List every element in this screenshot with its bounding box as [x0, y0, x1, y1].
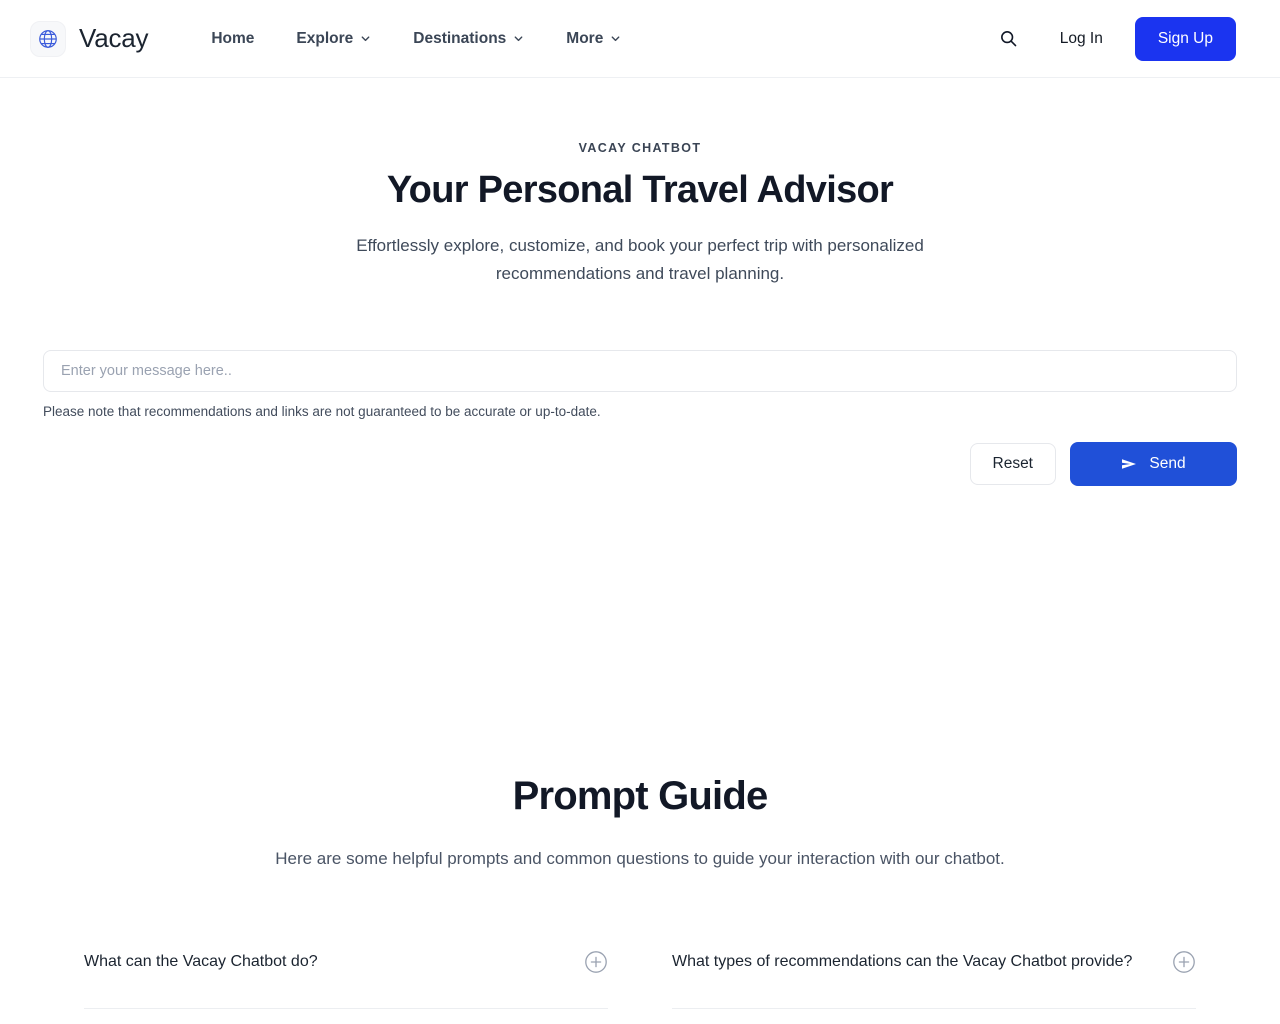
page-title: Your Personal Travel Advisor — [386, 169, 894, 211]
brand-name: Vacay — [79, 23, 149, 53]
chevron-down-icon — [361, 36, 370, 42]
globe-icon — [30, 20, 66, 57]
faq-question: What can the Vacay Chatbot do? — [84, 953, 318, 970]
send-button-label: Send — [1149, 455, 1186, 472]
site-header: Vacay Home Explore Destinations More Log… — [0, 0, 1280, 78]
header-actions: Log In Sign Up — [988, 16, 1236, 61]
main-nav: Home Explore Destinations More — [190, 20, 642, 58]
nav-item-more[interactable]: More — [545, 20, 642, 58]
prompt-guide-subtitle: Here are some helpful prompts and common… — [275, 849, 1005, 868]
hero-section: VACAY CHATBOT Your Personal Travel Advis… — [0, 78, 1280, 288]
brand-logo-link[interactable]: Vacay — [30, 20, 149, 57]
signup-button[interactable]: Sign Up — [1134, 16, 1236, 61]
search-button[interactable] — [988, 18, 1030, 60]
faq-item[interactable]: What can the Vacay Chatbot do? — [84, 950, 608, 1009]
chevron-down-icon — [611, 36, 620, 42]
faq-question: What types of recommendations can the Va… — [672, 953, 1133, 970]
prompt-guide-title: Prompt Guide — [512, 774, 769, 818]
nav-item-label: Explore — [296, 29, 354, 47]
nav-item-label: Destinations — [413, 29, 507, 47]
message-input[interactable] — [43, 350, 1237, 392]
plus-circle-icon[interactable] — [1172, 950, 1196, 974]
nav-item-destinations[interactable]: Destinations — [392, 20, 545, 58]
plus-circle-icon[interactable] — [584, 950, 608, 974]
login-button[interactable]: Log In — [1038, 19, 1125, 59]
nav-item-label: Home — [211, 29, 255, 47]
chevron-down-icon — [514, 36, 523, 42]
hero-subtitle: Effortlessly explore, customize, and boo… — [356, 236, 924, 283]
chat-disclaimer: Please note that recommendations and lin… — [43, 404, 601, 419]
paper-plane-icon — [1122, 459, 1137, 469]
prompt-guide-section: Prompt Guide Here are some helpful promp… — [0, 486, 1280, 869]
nav-item-explore[interactable]: Explore — [275, 20, 392, 58]
faq-item[interactable]: What types of recommendations can the Va… — [672, 950, 1196, 1009]
send-button[interactable]: Send — [1070, 442, 1237, 486]
nav-item-home[interactable]: Home — [190, 20, 275, 58]
reset-button[interactable]: Reset — [969, 443, 1056, 485]
faq-list: What can the Vacay Chatbot do? What type… — [84, 950, 1196, 1009]
chat-form: Please note that recommendations and lin… — [43, 288, 1237, 486]
search-icon — [1001, 31, 1017, 47]
nav-item-label: More — [566, 29, 604, 47]
chat-actions: Reset Send — [43, 442, 1237, 486]
hero-eyebrow: VACAY CHATBOT — [578, 141, 702, 155]
